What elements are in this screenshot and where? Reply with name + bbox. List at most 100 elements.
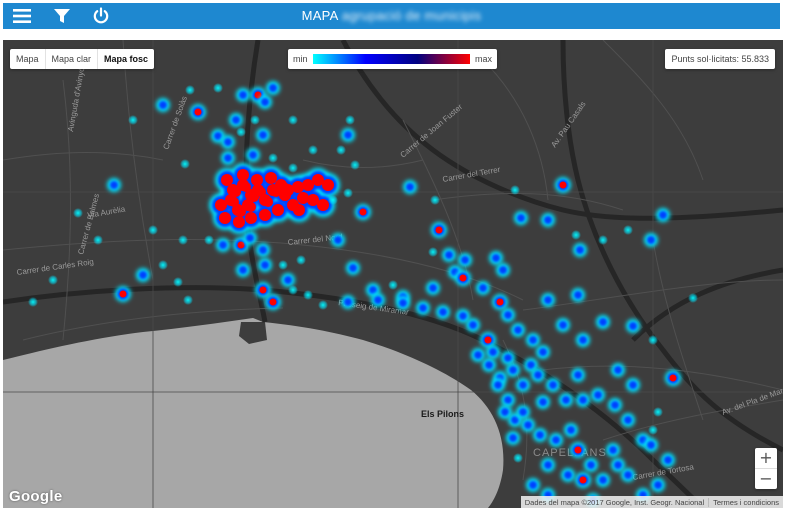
heat-cluster-core: [259, 209, 271, 221]
heat-spot: [648, 335, 658, 345]
heat-cluster-core: [233, 216, 245, 228]
heat-spot: [344, 131, 352, 139]
heat-spot: [159, 101, 167, 109]
heat-spot: [48, 275, 58, 285]
heat-spot-core: [194, 108, 202, 116]
heat-spot: [246, 234, 254, 242]
heat-spot-core: [359, 208, 367, 216]
heat-spot: [571, 230, 581, 240]
map-type-control: Mapa Mapa clar Mapa fosc: [10, 49, 155, 69]
heat-spot: [259, 246, 267, 254]
heat-cluster-core: [256, 187, 266, 197]
heat-spot: [474, 351, 482, 359]
heat-spot-core: [237, 241, 245, 249]
heat-spot: [185, 85, 195, 95]
heat-spot: [261, 98, 269, 106]
heat-cluster-core: [246, 202, 256, 212]
heat-spot: [461, 256, 469, 264]
points-count: Punts sol·licitats: 55.833: [665, 49, 775, 69]
heat-spot: [688, 293, 698, 303]
heat-spot: [552, 436, 560, 444]
title-text: MAPA: [301, 8, 338, 23]
heat-cluster-core: [237, 169, 249, 181]
heat-cluster-core: [279, 182, 289, 192]
heat-spot: [269, 84, 277, 92]
heat-spot: [344, 298, 352, 306]
page-title: MAPA agrupació de municipis: [3, 3, 780, 29]
heat-spot: [629, 322, 637, 330]
heat-cluster-core: [221, 174, 233, 186]
heat-spot: [336, 145, 346, 155]
legend-gradient-bar: [312, 54, 470, 64]
heat-spot: [479, 284, 487, 292]
heat-spot: [374, 296, 382, 304]
heat-cluster-core: [265, 172, 277, 184]
heat-spot: [236, 127, 246, 137]
map-type-map[interactable]: Mapa: [10, 49, 46, 69]
heat-spot: [406, 183, 414, 191]
heat-cluster-core: [293, 204, 305, 216]
heat-spot: [598, 235, 608, 245]
heat-spot: [510, 185, 520, 195]
heat-spot: [509, 366, 517, 374]
heat-spot: [536, 431, 544, 439]
heat-spot: [459, 312, 467, 320]
heat-spot: [249, 151, 257, 159]
heat-spot: [239, 266, 247, 274]
heat-spot: [587, 461, 595, 469]
heat-spot: [539, 398, 547, 406]
heat-spot: [345, 115, 355, 125]
zoom-out-button[interactable]: −: [755, 469, 777, 489]
heat-cluster-core: [215, 199, 227, 211]
heat-spot: [350, 160, 360, 170]
heat-spot: [659, 211, 667, 219]
heat-spot: [624, 471, 632, 479]
heat-spot: [219, 241, 227, 249]
heat-spot-core: [435, 226, 443, 234]
place-label: Els Pilons: [421, 409, 464, 419]
heat-cluster-core: [241, 182, 251, 192]
heat-spot: [574, 291, 582, 299]
heat-spot: [232, 116, 240, 124]
heat-spot: [489, 348, 497, 356]
heatmap-map[interactable]: Avinguda d'Avinyó Carrer de Solàs Via Au…: [3, 40, 783, 508]
heat-spot: [180, 159, 190, 169]
heat-spot: [509, 434, 517, 442]
heat-cluster-core: [272, 204, 284, 216]
heat-spot-core: [559, 181, 567, 189]
heat-spot-core: [119, 290, 127, 298]
heat-spot: [213, 83, 223, 93]
heat-spot: [261, 261, 269, 269]
heat-spot: [614, 461, 622, 469]
map-attribution: Dades del mapa ©2017 Google, Inst. Geogr…: [520, 496, 783, 508]
heat-spot: [428, 247, 438, 257]
heat-spot-core: [459, 274, 467, 282]
heat-spot: [328, 195, 338, 205]
terms-link[interactable]: Termes i condicions: [708, 497, 783, 507]
heat-spot: [445, 251, 453, 259]
heat-spot: [609, 446, 617, 454]
heat-spot-core: [579, 476, 587, 484]
heat-spot: [439, 308, 447, 316]
heat-spot: [564, 471, 572, 479]
heat-spot: [623, 225, 633, 235]
map-type-dark[interactable]: Mapa fosc: [98, 49, 154, 69]
heat-spot: [288, 163, 298, 173]
zoom-in-button[interactable]: +: [755, 448, 777, 469]
heat-cluster-core: [263, 197, 273, 207]
map-type-light[interactable]: Mapa clar: [46, 49, 99, 69]
heat-spot-core: [484, 336, 492, 344]
heat-cluster-core: [292, 181, 304, 193]
heat-spot: [308, 145, 318, 155]
zoom-control: + −: [755, 448, 777, 489]
heat-spot: [594, 391, 602, 399]
heat-spot: [369, 286, 377, 294]
heat-spot: [173, 277, 183, 287]
heat-spot: [259, 131, 267, 139]
heat-spot: [513, 453, 523, 463]
heat-spot: [469, 321, 477, 329]
heat-spot: [653, 407, 663, 417]
heat-spot: [539, 348, 547, 356]
heat-spot: [504, 311, 512, 319]
heat-cluster-core: [231, 187, 241, 197]
